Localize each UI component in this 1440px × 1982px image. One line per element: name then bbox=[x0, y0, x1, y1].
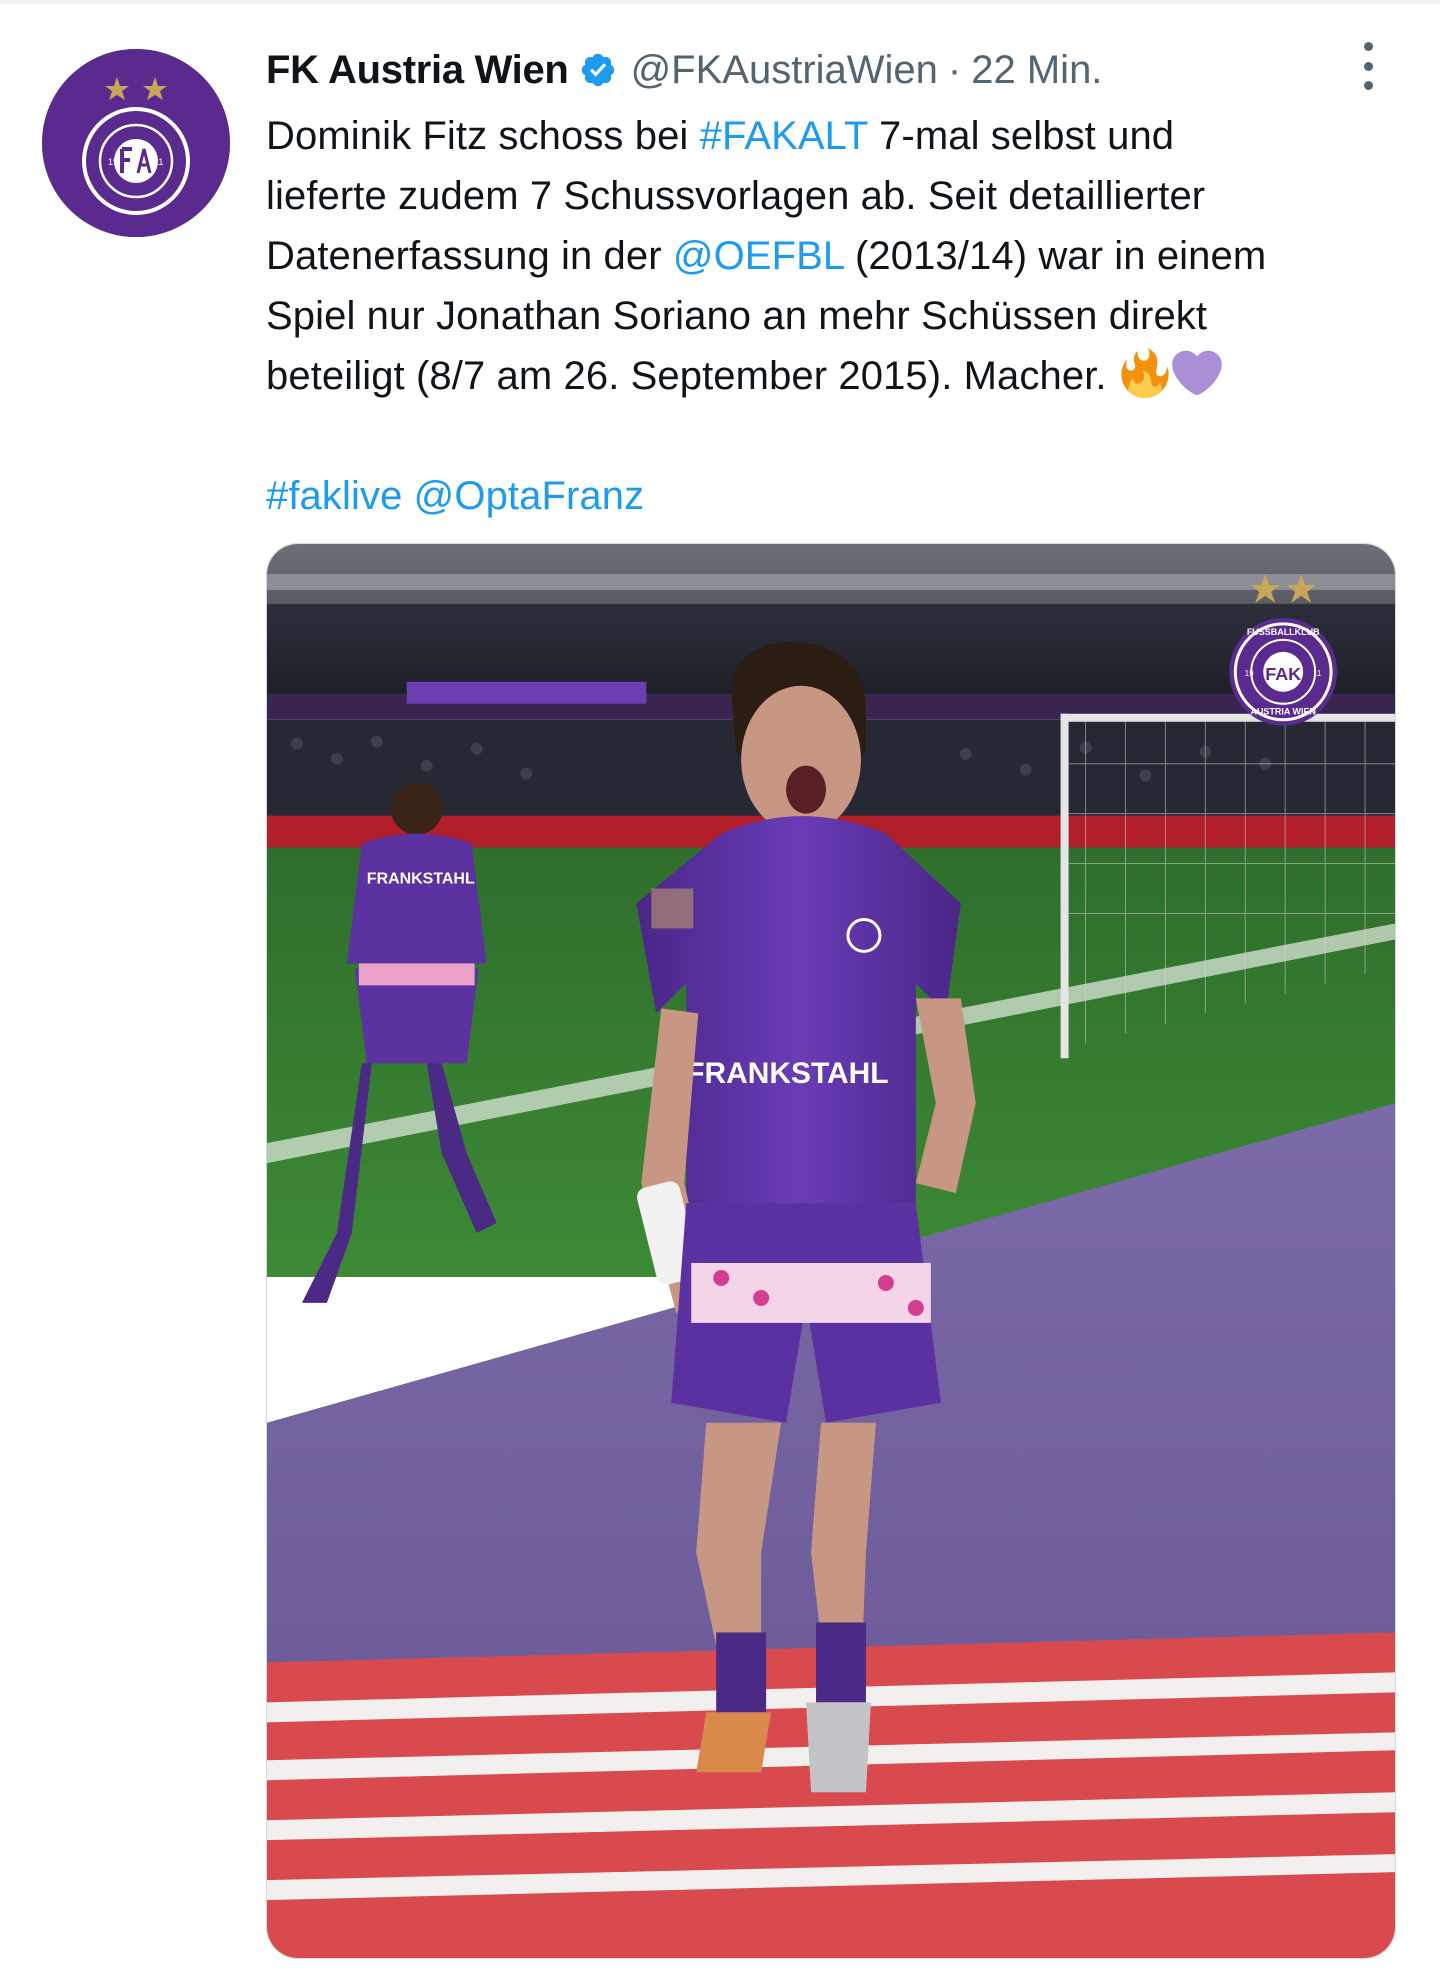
tweet-text-line: lieferte zudem 7 Schussvorlagen ab. Seit… bbox=[266, 174, 1206, 218]
tweet-text-line: #faklive @OptaFranz bbox=[266, 466, 1396, 526]
tweet-text-line: Dominik Fitz schoss bei #FAKALT 7-mal se… bbox=[266, 106, 1396, 166]
hashtag-faklive-link[interactable]: #faklive bbox=[266, 474, 402, 518]
mention-optafranz-link[interactable]: @OptaFranz bbox=[414, 474, 645, 518]
celebrating-player-photo: FRANKSTAHL FRANKSTAHL FAK FUSSBALLKLUB A… bbox=[267, 544, 1395, 1958]
purple-heart-emoji-icon bbox=[1172, 348, 1222, 398]
tweet-text-line: Datenerfassung in der @OEFBL (2013/14) w… bbox=[266, 226, 1396, 286]
tweet-timestamp[interactable]: 22 Min. bbox=[971, 48, 1102, 93]
text-segment: 7-mal selbst und bbox=[867, 114, 1175, 158]
fire-emoji-icon bbox=[1120, 348, 1170, 398]
fk-austria-wien-crest-icon: 19 11 bbox=[42, 49, 230, 237]
main-jersey-sponsor: FRANKSTAHL bbox=[686, 1057, 888, 1090]
tweet-photo[interactable]: FRANKSTAHL FRANKSTAHL FAK FUSSBALLKLUB A… bbox=[266, 543, 1396, 1959]
more-options-button[interactable] bbox=[1353, 42, 1383, 90]
crest-letters: FAK bbox=[1265, 664, 1301, 684]
top-divider bbox=[0, 0, 1440, 4]
more-dot-icon bbox=[1363, 61, 1373, 71]
more-dot-icon bbox=[1363, 42, 1373, 51]
mention-oefbl-link[interactable]: @OEFBL bbox=[673, 234, 844, 278]
crest-year-left: 19 bbox=[1245, 669, 1254, 678]
author-handle[interactable]: @FKAustriaWien bbox=[631, 48, 938, 93]
author-avatar[interactable]: 19 11 bbox=[42, 49, 230, 237]
text-segment: (2013/14) war in einem bbox=[843, 234, 1267, 278]
avatar-crest-year-left: 19 bbox=[108, 157, 118, 167]
more-dot-icon bbox=[1363, 81, 1373, 90]
verified-badge-icon bbox=[579, 51, 617, 89]
tweet-text-line: Spiel nur Jonathan Soriano an mehr Schüs… bbox=[266, 294, 1208, 338]
crest-year-right: 11 bbox=[1313, 669, 1322, 678]
background-jersey-sponsor: FRANKSTAHL bbox=[367, 871, 475, 888]
crest-text-bottom: AUSTRIA WIEN bbox=[1250, 707, 1315, 717]
header-separator: · bbox=[947, 47, 962, 92]
text-segment: Dominik Fitz schoss bei bbox=[266, 114, 700, 158]
hashtag-fakalt-link[interactable]: #FAKALT bbox=[700, 114, 868, 158]
author-display-name[interactable]: FK Austria Wien bbox=[266, 48, 569, 93]
text-segment: Datenerfassung in der bbox=[266, 234, 673, 278]
crest-text-top: FUSSBALLKLUB bbox=[1247, 627, 1320, 637]
text-segment: beteiligt (8/7 am 26. September 2015). M… bbox=[266, 354, 1107, 398]
tweet-header: FK Austria Wien @FKAustriaWien · 22 Min. bbox=[266, 40, 1102, 100]
avatar-crest-year-right: 11 bbox=[154, 157, 163, 167]
tweet-text: Dominik Fitz schoss bei #FAKALT 7-mal se… bbox=[266, 106, 1396, 526]
tweet-text-line: beteiligt (8/7 am 26. September 2015). M… bbox=[266, 346, 1396, 406]
